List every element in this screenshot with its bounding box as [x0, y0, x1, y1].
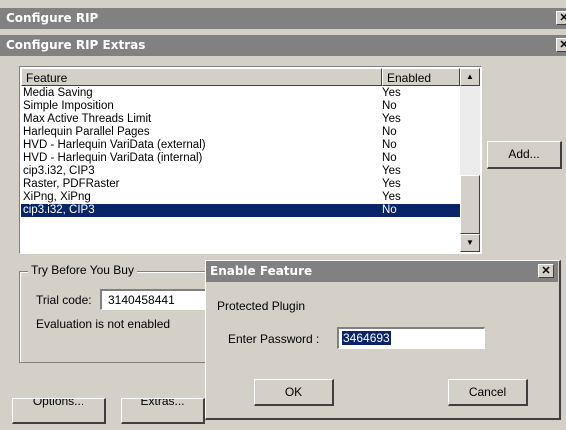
password-value: 3464693	[342, 331, 391, 345]
trial-code-value: 3140458441	[108, 293, 175, 307]
feature-cell: Harlequin Parallel Pages	[23, 126, 150, 138]
enabled-cell: Yes	[382, 113, 401, 125]
options-button[interactable]: Options...	[12, 398, 106, 424]
table-row[interactable]: Max Active Threads Limit Yes	[21, 113, 460, 126]
table-row-selected[interactable]: cip3.i32, CIP3 No	[21, 204, 460, 217]
enabled-cell: No	[382, 152, 397, 164]
scroll-thumb[interactable]	[460, 175, 480, 234]
feature-cell: HVD - Harlequin VariData (internal)	[23, 152, 203, 164]
table-row[interactable]: cip3.i32, CIP3 Yes	[21, 165, 460, 178]
configure-rip-titlebar[interactable]: Configure RIP	[0, 8, 566, 29]
enable-feature-titlebar[interactable]: Enable Feature	[206, 261, 558, 282]
password-input[interactable]: 3464693	[337, 327, 485, 349]
enabled-cell: Yes	[382, 165, 401, 177]
password-label: Enter Password :	[228, 332, 320, 346]
cancel-button-label: Cancel	[468, 385, 507, 399]
feature-cell: HVD - Harlequin VariData (external)	[23, 139, 206, 151]
trial-group-title: Try Before You Buy	[28, 263, 137, 277]
enabled-cell: No	[382, 204, 397, 216]
table-row[interactable]: Media Saving Yes	[21, 87, 460, 100]
add-button[interactable]: Add...	[487, 141, 562, 169]
vertical-scrollbar[interactable]: ▲ ▼	[460, 68, 480, 252]
scroll-down-arrow-icon[interactable]: ▼	[460, 234, 480, 252]
column-header-enabled-label: Enabled	[387, 71, 432, 85]
close-icon[interactable]: ✕	[556, 11, 566, 25]
extras-button-label: Extras...	[140, 398, 185, 408]
trial-code-field[interactable]: 3140458441	[100, 289, 212, 310]
enable-feature-dialog: Enable Feature ✕ Protected Plugin Enter …	[205, 260, 561, 420]
table-row[interactable]: HVD - Harlequin VariData (internal) No	[21, 152, 460, 165]
extras-button[interactable]: Extras...	[121, 398, 205, 424]
configure-rip-title: Configure RIP	[6, 11, 99, 25]
close-icon[interactable]: ✕	[556, 38, 566, 52]
feature-cell: Raster, PDFRaster	[23, 178, 120, 190]
enabled-cell: No	[382, 126, 397, 138]
options-button-label: Options...	[32, 398, 85, 408]
cancel-button[interactable]: Cancel	[448, 379, 528, 406]
trial-code-label: Trial code:	[36, 293, 92, 307]
feature-cell: Simple Imposition	[23, 100, 114, 112]
ok-button[interactable]: OK	[254, 379, 334, 406]
table-row[interactable]: XiPng, XiPng Yes	[21, 191, 460, 204]
enabled-cell: No	[382, 139, 397, 151]
add-button-label: Add...	[508, 147, 540, 161]
table-row[interactable]: Raster, PDFRaster Yes	[21, 178, 460, 191]
enabled-cell: No	[382, 100, 397, 112]
feature-cell: cip3.i32, CIP3	[23, 204, 95, 216]
configure-rip-extras-titlebar[interactable]: Configure RIP Extras	[0, 35, 566, 56]
close-icon[interactable]: ✕	[538, 264, 554, 278]
evaluation-status: Evaluation is not enabled	[36, 317, 171, 331]
table-row[interactable]: Harlequin Parallel Pages No	[21, 126, 460, 139]
column-header-feature-label: Feature	[26, 71, 68, 85]
feature-cell: Media Saving	[23, 87, 93, 99]
feature-list[interactable]: Feature Enabled Media Saving Yes Simple …	[19, 66, 482, 254]
ok-button-label: OK	[284, 385, 303, 399]
enabled-cell: Yes	[382, 191, 401, 203]
feature-cell: Max Active Threads Limit	[23, 113, 152, 125]
feature-cell: cip3.i32, CIP3	[23, 165, 95, 177]
scroll-up-arrow-icon[interactable]: ▲	[460, 68, 480, 86]
protected-plugin-label: Protected Plugin	[217, 299, 306, 313]
table-row[interactable]: Simple Imposition No	[21, 100, 460, 113]
enabled-cell: Yes	[382, 178, 401, 190]
column-header-enabled[interactable]: Enabled	[382, 68, 460, 86]
feature-cell: XiPng, XiPng	[23, 191, 91, 203]
enable-feature-title: Enable Feature	[210, 264, 313, 278]
enabled-cell: Yes	[382, 87, 401, 99]
column-header-feature[interactable]: Feature	[21, 68, 382, 86]
table-row[interactable]: HVD - Harlequin VariData (external) No	[21, 139, 460, 152]
configure-rip-extras-title: Configure RIP Extras	[6, 38, 146, 52]
